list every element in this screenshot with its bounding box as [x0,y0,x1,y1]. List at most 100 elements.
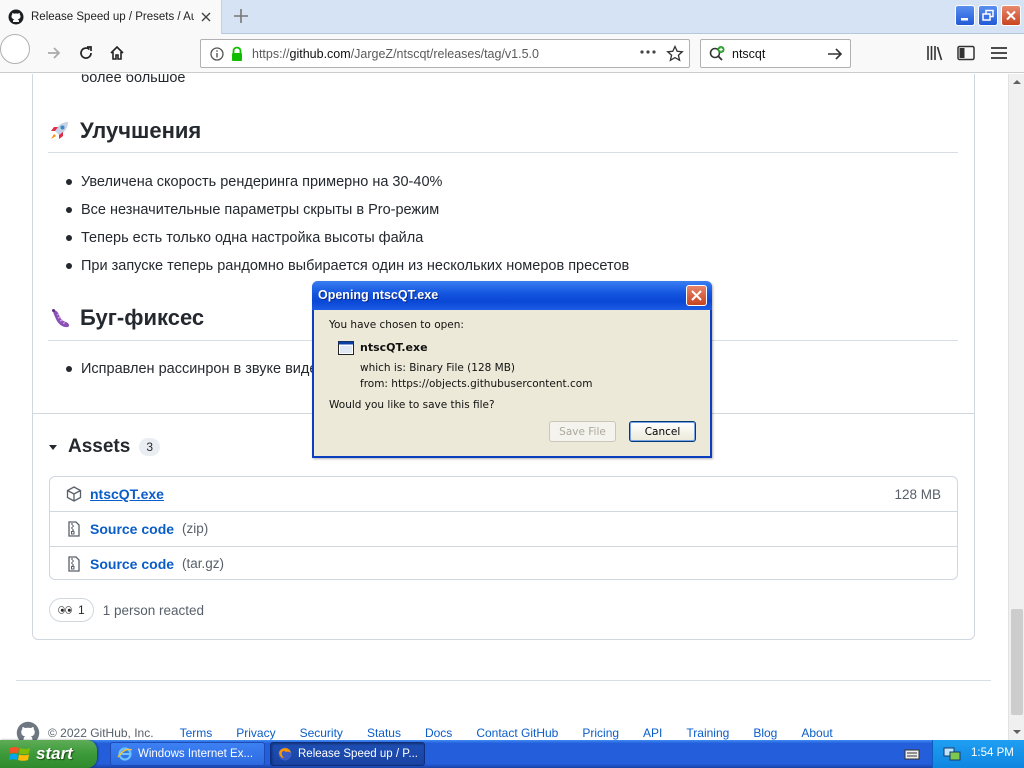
close-tab-icon[interactable] [200,11,212,23]
home-icon [110,45,124,60]
dialog-file-source: from: https://objects.githubusercontent.… [360,378,593,390]
application-file-icon [338,341,354,355]
reload-icon [80,46,92,59]
bullet-dot [66,263,72,269]
dialog-close-button[interactable] [686,285,707,306]
clock[interactable]: 1:54 PM [971,747,1014,759]
forward-arrow-icon [48,47,61,59]
source-code-targz-link[interactable]: Source code [90,556,174,572]
network-icon[interactable] [943,746,961,762]
dialog-body: You have chosen to open: ntscQT.exe whic… [316,310,710,456]
scrollbar-thumb[interactable] [1011,609,1023,715]
footer-link-pricing[interactable]: Pricing [582,726,619,740]
firefox-icon [278,747,292,761]
start-label: start [36,744,73,763]
start-button[interactable]: start [0,740,97,768]
asset-extension[interactable]: (tar.gz) [182,556,224,571]
keyboard-icon[interactable] [904,747,920,761]
caret-down-icon [49,445,57,450]
footer-link-terms[interactable]: Terms [180,726,213,740]
footer-link-security[interactable]: Security [300,726,343,740]
improvement-text: Все незначительные параметры скрыты в Pr… [81,202,440,218]
footer-link-training[interactable]: Training [686,726,729,740]
heading-divider [48,152,958,153]
footer-copyright: © 2022 GitHub, Inc. [48,726,154,740]
search-bar[interactable]: ntscqt [700,39,851,68]
improvements-heading-text: Улучшения [80,118,202,143]
bullet-dot [66,207,72,213]
footer-link-api[interactable]: API [643,726,662,740]
navigation-toolbar: https://github.com/JargeZ/ntscqt/release… [0,34,1024,73]
improvement-item: Теперь есть только одна настройка высоты… [66,230,423,246]
lock-icon[interactable] [230,46,244,62]
taskbar-item-ie[interactable]: Windows Internet Ex... [110,742,265,766]
forward-button[interactable] [40,39,68,67]
back-button[interactable] [0,34,518,64]
footer-link-about[interactable]: About [801,726,832,740]
cancel-button[interactable]: Cancel [629,421,696,442]
bullet-dot [66,179,72,185]
improvements-heading: Улучшения [48,118,201,144]
asset-download-link[interactable]: ntscQT.exe [90,486,164,502]
scroll-down-arrow-icon[interactable] [1009,724,1024,740]
search-go-arrow-icon[interactable] [827,47,843,61]
file-zip-icon [68,555,80,572]
footer-link-blog[interactable]: Blog [753,726,777,740]
assets-toggle[interactable]: Assets 3 [48,436,161,458]
reactions: 1 1 person reacted [49,598,204,622]
url-text[interactable]: https://github.com/JargeZ/ntscqt/release… [252,47,539,61]
vertical-scrollbar[interactable] [1008,74,1024,740]
system-tray: 1:54 PM [932,740,1024,768]
minimize-button[interactable] [955,5,975,26]
restore-button[interactable] [978,5,998,26]
github-logo-icon[interactable] [16,721,40,740]
tab-title: Release Speed up / Presets / Audio [31,11,194,23]
dialog-question: Would you like to save this file? [329,399,495,411]
improvement-text: Теперь есть только одна настройка высоты… [81,230,424,246]
url-path: /JargeZ/ntscqt/releases/tag/v1.5.0 [350,47,539,61]
dialog-file-type: which is: Binary File (128 MB) [360,362,516,374]
window-close-button[interactable] [1001,5,1021,26]
page-actions-icon[interactable] [639,49,657,55]
info-icon[interactable] [210,47,224,61]
search-icon [709,46,725,61]
previous-text-fragment: более большое [81,74,186,86]
asset-row: Source code (tar.gz) [50,546,957,580]
reload-button[interactable] [72,39,100,67]
file-zip-icon [68,520,80,537]
url-bar[interactable]: https://github.com/JargeZ/ntscqt/release… [200,39,690,68]
footer-link-privacy[interactable]: Privacy [236,726,275,740]
url-scheme: https:// [252,47,290,61]
internet-explorer-icon [117,747,133,761]
source-code-zip-link[interactable]: Source code [90,521,174,537]
home-button[interactable] [103,39,131,67]
improvement-item: При запуске теперь рандомно выбирается о… [66,258,629,274]
browser-tab[interactable]: Release Speed up / Presets / Audio [0,0,222,34]
search-input[interactable]: ntscqt [732,47,765,61]
reaction-button[interactable]: 1 [49,598,94,622]
bugfixes-heading: Буг-фиксес [48,305,204,331]
assets-list: ntscQT.exe 128 MB Source code (zip) Sour… [49,476,958,580]
library-icon[interactable] [926,45,944,61]
footer-link-docs[interactable]: Docs [425,726,452,740]
bookmark-star-icon[interactable] [666,45,684,63]
footer-link-contact[interactable]: Contact GitHub [476,726,558,740]
dialog-title: Opening ntscQT.exe [318,288,439,302]
dialog-titlebar[interactable]: Opening ntscQT.exe [312,281,712,310]
taskbar-item-label: Release Speed up / P... [298,748,418,760]
bullet-dot [66,366,72,372]
improvement-text: Увеличена скорость рендеринга примерно н… [81,174,443,190]
new-tab-icon[interactable] [231,6,251,26]
save-file-button[interactable]: Save File [549,421,616,442]
url-domain: github.com [289,47,351,61]
taskbar-item-firefox[interactable]: Release Speed up / P... [270,742,425,766]
github-icon [8,9,24,25]
scroll-up-arrow-icon[interactable] [1009,74,1024,90]
improvement-item: Все незначительные параметры скрыты в Pr… [66,202,439,218]
hamburger-menu-icon[interactable] [990,46,1008,60]
footer-link-status[interactable]: Status [367,726,401,740]
package-icon [66,486,82,502]
asset-extension[interactable]: (zip) [182,521,208,536]
sidebar-toggle-icon[interactable] [957,45,975,61]
rocket-icon [51,122,68,139]
